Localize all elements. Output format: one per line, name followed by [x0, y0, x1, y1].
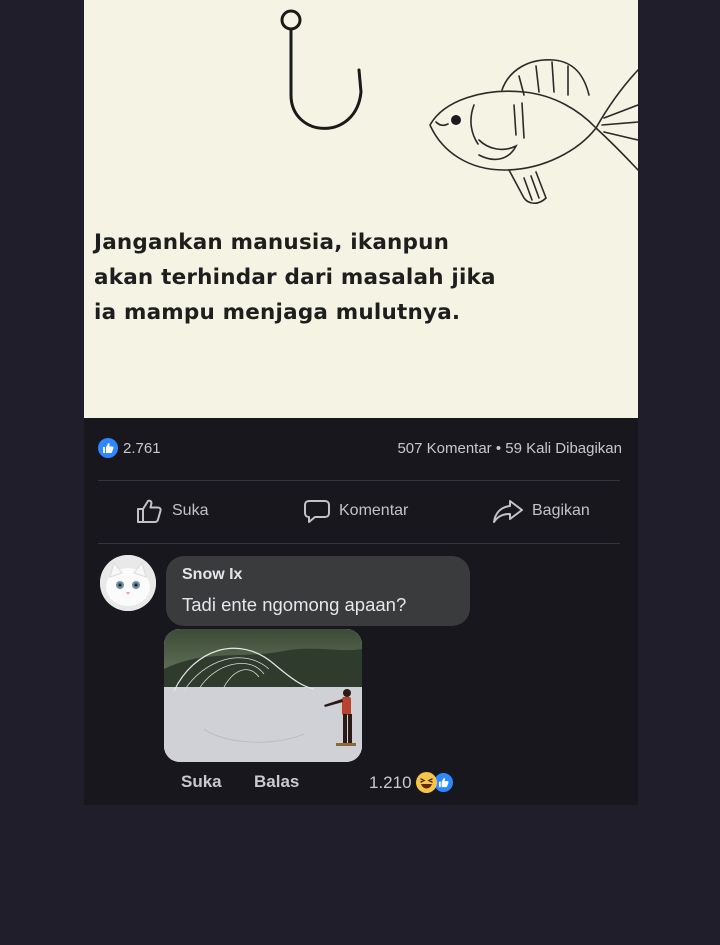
fish-icon	[429, 59, 638, 205]
white-cat-avatar-icon	[100, 555, 156, 611]
comment-share-count[interactable]: 507 Komentar • 59 Kali Dibagikan	[397, 440, 622, 457]
comment-author[interactable]: Snow Ix	[182, 566, 242, 584]
comment-attachment-image[interactable]	[164, 629, 362, 762]
thumbs-up-icon	[137, 499, 162, 523]
caption-line: Jangankan manusia, ikanpun	[94, 230, 450, 255]
comment-icon	[304, 500, 330, 523]
share-button[interactable]: Bagikan	[492, 498, 590, 524]
comment-reaction-count[interactable]: 1.210	[369, 772, 454, 793]
reaction-count-text: 1.210	[369, 772, 412, 792]
divider	[98, 480, 620, 481]
comment-button[interactable]: Komentar	[303, 498, 408, 524]
like-count-text: 2.761	[123, 439, 161, 457]
haha-reaction-icon	[415, 772, 437, 793]
like-button-label: Suka	[172, 502, 209, 519]
comment-text: Tadi ente ngomong apaan?	[182, 594, 407, 615]
like-count[interactable]: 2.761	[98, 438, 161, 458]
comment-button-label: Komentar	[339, 502, 409, 519]
net-fishing-photo	[164, 629, 362, 762]
fish-eye-icon	[451, 115, 461, 125]
share-arrow-icon	[493, 500, 523, 523]
share-button-label: Bagikan	[532, 502, 590, 519]
reaction-icons	[415, 772, 454, 793]
comment-like-link[interactable]: Suka	[181, 772, 222, 792]
hook-and-fish-drawing	[280, 9, 638, 205]
comment-reply-link[interactable]: Balas	[254, 772, 299, 792]
comment-bubble[interactable]: Snow Ix Tadi ente ngomong apaan?	[166, 556, 470, 626]
divider	[98, 543, 620, 544]
like-reaction-icon	[98, 438, 118, 458]
post-image[interactable]: Jangankan manusia, ikanpun akan terhinda…	[84, 0, 638, 418]
avatar[interactable]	[100, 555, 156, 611]
caption-line: ia mampu menjaga mulutnya.	[94, 300, 461, 325]
comment-meta: Suka Balas 1.210	[181, 770, 481, 794]
caption-line: akan terhindar dari masalah jika	[94, 265, 496, 290]
fishing-hook-icon	[280, 9, 363, 130]
post-caption: Jangankan manusia, ikanpun akan terhinda…	[94, 225, 614, 330]
post-actions: Suka Komentar Bagikan	[98, 492, 620, 536]
post-stats: 2.761 507 Komentar • 59 Kali Dibagikan	[98, 436, 622, 462]
like-button[interactable]: Suka	[136, 498, 208, 524]
